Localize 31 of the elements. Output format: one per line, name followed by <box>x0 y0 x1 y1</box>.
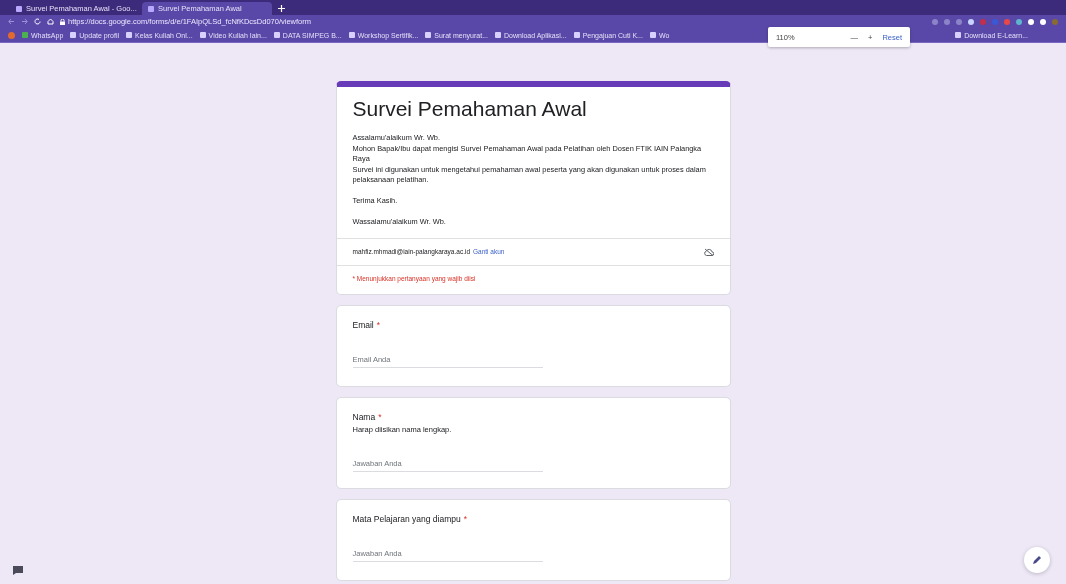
required-mark: * <box>463 513 468 524</box>
back-icon[interactable] <box>8 18 15 25</box>
question-label: Nama <box>352 411 376 422</box>
form-title: Survei Pemahaman Awal <box>351 96 588 122</box>
lock-icon <box>60 18 65 25</box>
reload-icon[interactable] <box>34 18 41 25</box>
new-tab-icon[interactable] <box>278 5 285 12</box>
question-label: Email <box>352 319 374 330</box>
required-mark: * <box>378 411 382 422</box>
feedback-icon[interactable] <box>13 566 23 575</box>
bookmark-icon <box>22 32 28 38</box>
required-mark: * <box>376 319 381 330</box>
bookmark-icon <box>199 32 206 38</box>
home-icon[interactable] <box>47 18 54 25</box>
edit-button[interactable] <box>1024 547 1050 573</box>
apps-icon[interactable] <box>8 31 15 39</box>
bookmark-icon <box>70 32 77 38</box>
cloud-icon <box>703 247 714 256</box>
document-icon <box>16 5 22 12</box>
bookmark-icon <box>955 32 962 38</box>
bookmark-icon <box>126 32 132 38</box>
pencil-icon <box>1032 555 1042 565</box>
bookmark-icon <box>573 32 580 38</box>
question-label: Mata Pelajaran yang diampu <box>352 513 461 524</box>
document-icon <box>148 5 154 12</box>
bookmark-icon <box>273 32 280 38</box>
bookmark-icon <box>649 32 656 38</box>
bookmark-icon <box>495 32 501 38</box>
bookmark-icon <box>425 32 432 38</box>
forward-icon[interactable] <box>21 18 28 25</box>
bookmark-icon <box>348 32 355 38</box>
